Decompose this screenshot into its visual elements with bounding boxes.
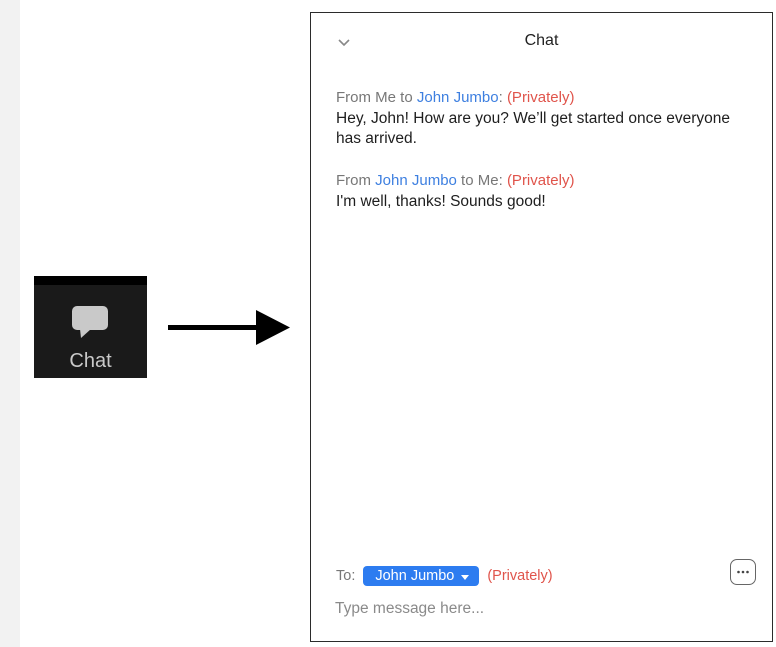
toolbar-chat-label: Chat: [69, 350, 112, 372]
to-word: to: [456, 172, 478, 189]
caret-down-icon: [461, 568, 470, 584]
speech-bubble-icon: [71, 305, 109, 344]
ellipsis-icon: [735, 563, 751, 582]
message-header: From Me to John Jumbo: (Privately): [336, 88, 736, 108]
message-text: Hey, John! How are you? We’ll get starte…: [336, 110, 731, 147]
recipient-name: Me: [477, 172, 499, 189]
privacy-label: (Privately): [506, 89, 575, 106]
recipient-dropdown[interactable]: John Jumbo: [363, 566, 480, 586]
message-header: From John Jumbo to Me: (Privately): [336, 171, 736, 191]
recipient-dropdown-label: John Jumbo: [375, 568, 455, 584]
message-text: I'm well, thanks! Sounds good!: [336, 193, 546, 210]
toolbar-chat-button[interactable]: Chat: [34, 276, 147, 378]
recipient-name[interactable]: John Jumbo: [417, 89, 499, 106]
from-prefix: From: [336, 89, 376, 106]
to-label: To:: [336, 568, 356, 584]
message-input[interactable]: [335, 598, 735, 620]
more-options-button[interactable]: [730, 559, 756, 585]
header-separator: :: [498, 89, 507, 106]
chat-panel: Chat From Me to John Jumbo: (Privately) …: [310, 12, 773, 642]
sender-name: Me: [375, 89, 397, 106]
chat-panel-title: Chat: [524, 32, 559, 49]
chat-message: From Me to John Jumbo: (Privately) Hey, …: [336, 88, 736, 149]
from-prefix: From: [336, 172, 376, 189]
recipient-row: To: John Jumbo (Privately): [336, 565, 553, 587]
chat-message: From John Jumbo to Me: (Privately) I'm w…: [336, 171, 736, 212]
to-word: to: [396, 89, 417, 106]
header-separator: :: [498, 172, 507, 189]
recipient-privacy-label: (Privately): [487, 568, 553, 584]
right-arrow-icon: [168, 308, 290, 353]
privacy-label: (Privately): [506, 172, 575, 189]
sender-name[interactable]: John Jumbo: [375, 172, 457, 189]
